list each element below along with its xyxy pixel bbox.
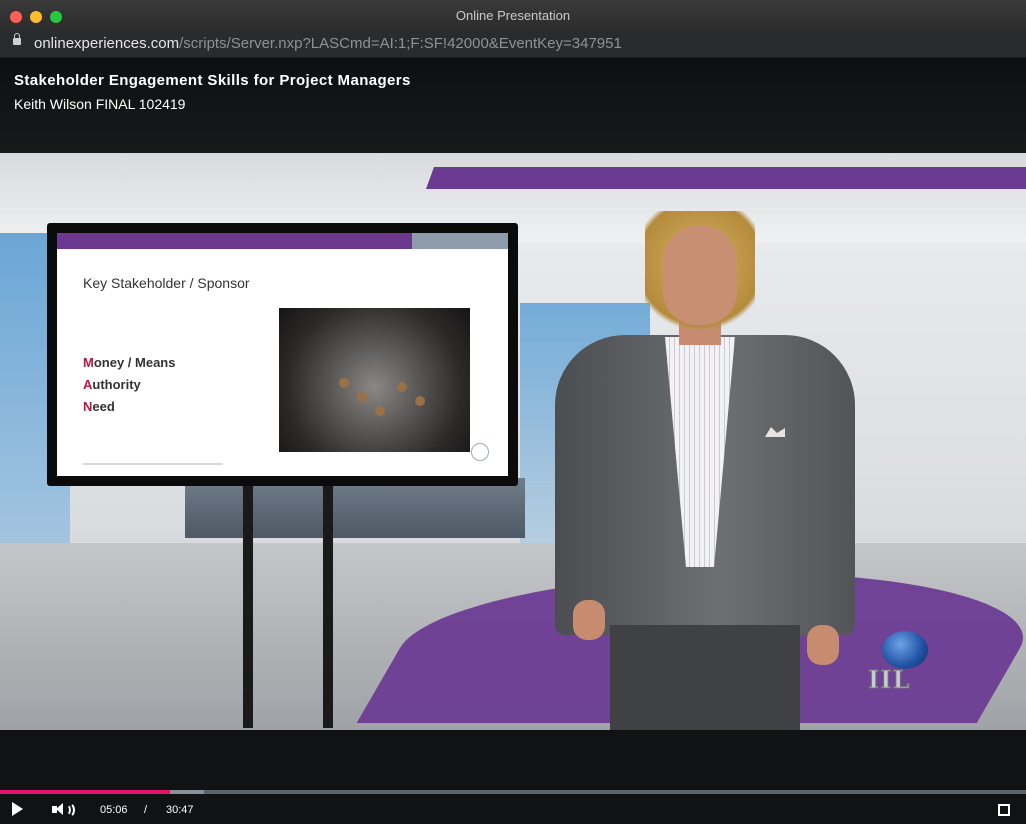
slide-item-accent: A xyxy=(83,377,93,392)
presenter-trousers xyxy=(610,625,800,730)
logo-text: IIL xyxy=(868,665,911,695)
slide-footer-line xyxy=(83,463,223,465)
slide-item-rest: oney / Means xyxy=(93,355,176,370)
monitor-stand-pole-left xyxy=(243,483,253,728)
slide-header-bar xyxy=(57,233,428,249)
presenter xyxy=(555,205,875,730)
slide-item-money: Money / Means xyxy=(83,352,175,374)
rivet xyxy=(339,378,349,388)
volume-icon[interactable] xyxy=(52,802,75,818)
armored-gauntlet-image xyxy=(279,308,470,452)
player-controls: 05:06 / 30:47 xyxy=(0,730,1026,824)
city-skyline xyxy=(185,478,525,538)
globe-icon xyxy=(882,631,928,669)
presenter-left-hand xyxy=(573,600,605,640)
current-time: 05:06 xyxy=(100,804,128,816)
url-path: /scripts/Server.nxp?LASCmd=AI:1;F:SF!420… xyxy=(179,35,622,52)
presentation-monitor: Key Stakeholder / Sponsor Money / Means … xyxy=(47,223,518,486)
slide-item-need: Need xyxy=(83,396,175,418)
course-title: Stakeholder Engagement Skills for Projec… xyxy=(14,72,411,89)
slide-header-accent xyxy=(412,233,508,249)
slide-globe-icon xyxy=(471,443,489,461)
browser-window: Online Presentation onlinexperiences.com… xyxy=(0,0,1026,824)
video-player[interactable]: Key Stakeholder / Sponsor Money / Means … xyxy=(0,153,1026,730)
monitor-stand-pole-right xyxy=(323,483,333,728)
lock-icon xyxy=(13,33,21,45)
presenter-face xyxy=(663,225,737,325)
presenter-right-hand xyxy=(807,625,839,665)
volume-wave xyxy=(61,802,75,818)
course-subtitle: Keith Wilson FINAL 102419 xyxy=(14,96,186,112)
title-bar: Online Presentation xyxy=(0,0,1026,30)
url-text[interactable]: onlinexperiences.com/scripts/Server.nxp?… xyxy=(34,35,622,52)
slide-bullet-list: Money / Means Authority Need xyxy=(83,352,175,418)
rivet xyxy=(397,382,407,392)
url-host: onlinexperiences.com xyxy=(34,35,180,52)
course-header: Stakeholder Engagement Skills for Projec… xyxy=(0,58,1026,153)
slide-item-accent: M xyxy=(83,355,94,370)
rivet xyxy=(415,396,425,406)
slide-item-rest: eed xyxy=(92,399,115,414)
window-title: Online Presentation xyxy=(455,8,571,23)
rivet xyxy=(357,392,367,402)
ceiling-purple-band xyxy=(425,167,1026,189)
slide-item-accent: N xyxy=(83,399,93,414)
slide-item-authority: Authority xyxy=(83,374,175,396)
duration: 30:47 xyxy=(166,804,194,816)
progress-played xyxy=(0,790,171,794)
slide-title: Key Stakeholder / Sponsor xyxy=(83,275,250,291)
fullscreen-corner xyxy=(1004,810,1010,816)
time-separator: / xyxy=(144,804,148,816)
address-bar[interactable]: onlinexperiences.com/scripts/Server.nxp?… xyxy=(0,30,1026,58)
fullscreen-icon[interactable] xyxy=(998,804,1010,816)
slide-item-rest: uthority xyxy=(92,377,141,392)
iil-logo: IIL xyxy=(868,631,928,695)
play-icon[interactable] xyxy=(12,802,23,816)
rivet xyxy=(375,406,385,416)
progress-bar[interactable] xyxy=(0,790,1026,794)
presentation-slide: Key Stakeholder / Sponsor Money / Means … xyxy=(57,233,508,476)
